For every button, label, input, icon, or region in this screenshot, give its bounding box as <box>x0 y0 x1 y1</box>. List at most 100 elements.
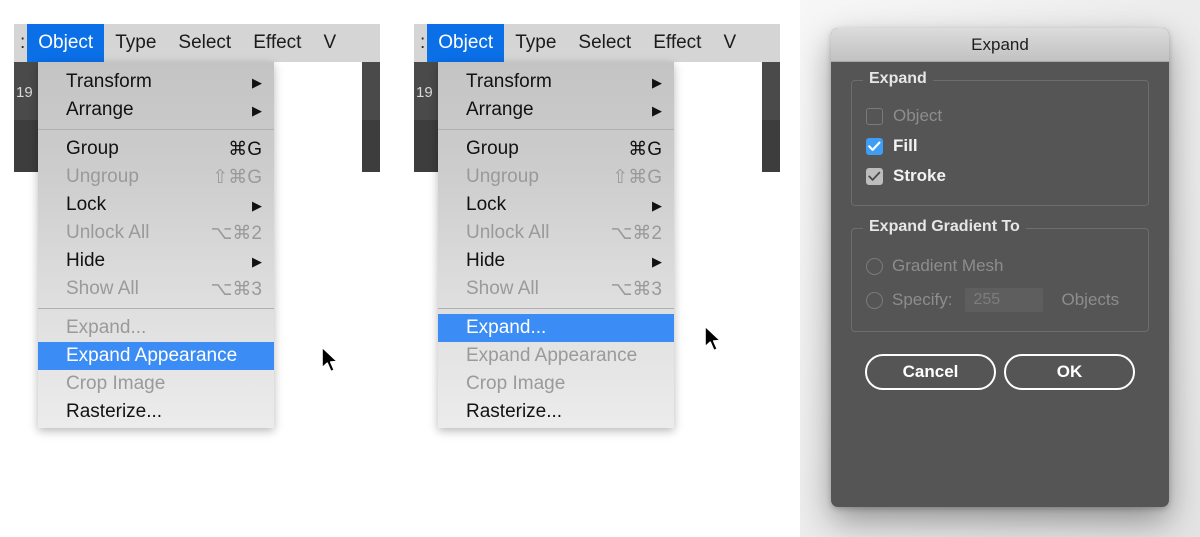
menubar-item-object-b[interactable]: Object <box>427 24 505 62</box>
menu-item-shortcut: ⌥⌘2 <box>210 222 262 244</box>
menu-item-transform-b[interactable]: Transform ▶ <box>438 68 674 96</box>
menubar-item-select-b[interactable]: Select <box>567 24 642 62</box>
ok-button[interactable]: OK <box>1004 354 1135 390</box>
stroke-checkbox-label: Stroke <box>893 166 946 185</box>
menu-item-show-all-a: Show All ⌥⌘3 <box>38 275 274 303</box>
submenu-arrow-icon: ▶ <box>652 197 662 213</box>
menu-item-label: Show All <box>466 278 539 299</box>
cancel-button[interactable]: Cancel <box>865 354 996 390</box>
check-icon <box>868 141 881 151</box>
menu-item-shortcut: ⌘G <box>228 138 262 160</box>
menu-item-arrange-a[interactable]: Arrange ▶ <box>38 96 274 124</box>
menubar-item-type-b[interactable]: Type <box>504 24 567 62</box>
specify-radio <box>866 291 883 309</box>
fill-checkbox-label: Fill <box>893 136 918 155</box>
screenshot-stage: 19 : Object Type Select Effect V Transfo… <box>0 0 1200 537</box>
menu-item-label: Crop Image <box>66 373 166 394</box>
document-dark-panel-right-bottom-b <box>762 120 780 172</box>
menubar-item-object-a[interactable]: Object <box>27 24 105 62</box>
checkbox-row-stroke[interactable]: Stroke <box>866 161 1134 191</box>
menu-item-group-a[interactable]: Group ⌘G <box>38 135 274 163</box>
document-zoom-value-b: 19 <box>416 84 433 101</box>
menu-item-expand-appearance-b: Expand Appearance <box>438 342 674 370</box>
dialog-button-row: Cancel OK <box>851 354 1149 390</box>
expand-group-legend: Expand <box>863 70 933 88</box>
menu-item-label: Lock <box>66 194 107 215</box>
specify-objects-input: 255 <box>965 288 1044 312</box>
menu-item-crop-image-b: Crop Image <box>438 370 674 398</box>
menu-item-unlock-all-b: Unlock All ⌥⌘2 <box>438 219 674 247</box>
menubar-item-type-a[interactable]: Type <box>104 24 167 62</box>
menu-item-transform-a[interactable]: Transform ▶ <box>38 68 274 96</box>
menu-item-show-all-b: Show All ⌥⌘3 <box>438 275 674 303</box>
document-dark-panel-right-bottom-a <box>362 120 380 172</box>
menu-separator <box>38 129 274 130</box>
menu-item-shortcut: ⇧⌘G <box>212 166 262 188</box>
menu-item-ungroup-b: Ungroup ⇧⌘G <box>438 163 674 191</box>
menu-item-label: Crop Image <box>466 373 566 394</box>
menubar-leading-fragment-b: : <box>420 32 426 53</box>
expand-gradient-to-legend: Expand Gradient To <box>863 218 1026 236</box>
menu-item-expand-appearance-a[interactable]: Expand Appearance <box>38 342 274 370</box>
dialog-body: Expand Object Fill Stroke Expand Gradien… <box>831 62 1169 390</box>
menubar-item-view-b[interactable]: V <box>712 24 737 62</box>
menubar-leading-fragment-a: : <box>20 32 26 53</box>
menu-item-shortcut: ⇧⌘G <box>612 166 662 188</box>
menu-item-label: Arrange <box>466 99 534 120</box>
object-menu-a: Transform ▶ Arrange ▶ Group ⌘G Ungroup ⇧… <box>38 62 274 428</box>
fill-checkbox[interactable] <box>866 137 883 155</box>
menu-item-lock-a[interactable]: Lock ▶ <box>38 191 274 219</box>
menu-item-expand-b[interactable]: Expand... <box>438 314 674 342</box>
illustrator-screenshot-expand: 19 : Object Type Select Effect V Transfo… <box>400 0 800 537</box>
menubar-item-effect-b[interactable]: Effect <box>642 24 712 62</box>
dialog-titlebar: Expand <box>831 28 1169 62</box>
checkbox-row-object[interactable]: Object <box>866 101 1134 131</box>
menu-item-group-b[interactable]: Group ⌘G <box>438 135 674 163</box>
menu-item-label: Create Gradient Mesh... <box>466 426 669 428</box>
menu-item-label: Expand Appearance <box>66 345 238 366</box>
menubar-a: : Object Type Select Effect V <box>14 24 380 62</box>
gradient-mesh-radio <box>866 257 883 275</box>
menu-item-hide-b[interactable]: Hide ▶ <box>438 247 674 275</box>
document-zoom-value-a: 19 <box>16 84 33 101</box>
specify-objects-unit-label: Objects <box>1061 290 1120 309</box>
check-icon <box>868 171 881 181</box>
menu-item-crop-image-a: Crop Image <box>38 370 274 398</box>
mouse-cursor-icon <box>703 325 725 355</box>
menubar-item-select-a[interactable]: Select <box>167 24 242 62</box>
expand-group: Expand Object Fill Stroke <box>851 70 1149 206</box>
specify-radio-label: Specify: <box>892 290 953 309</box>
illustrator-screenshot-expand-appearance: 19 : Object Type Select Effect V Transfo… <box>0 0 400 537</box>
menu-item-rasterize-a[interactable]: Rasterize... <box>38 398 274 426</box>
menubar-item-view-a[interactable]: V <box>312 24 337 62</box>
menu-item-label: Rasterize... <box>466 401 563 422</box>
submenu-arrow-icon: ▶ <box>252 74 262 90</box>
menu-item-shortcut: ⌥⌘3 <box>210 278 262 300</box>
menu-item-label: Unlock All <box>466 222 550 243</box>
checkbox-row-fill[interactable]: Fill <box>866 131 1134 161</box>
menu-item-expand-a: Expand... <box>38 314 274 342</box>
menu-item-lock-b[interactable]: Lock ▶ <box>438 191 674 219</box>
menu-item-create-gradient-mesh-a: Create Gradient Mesh... <box>38 426 274 428</box>
menu-item-shortcut: ⌥⌘2 <box>610 222 662 244</box>
stroke-checkbox[interactable] <box>866 167 883 185</box>
menubar-item-effect-a[interactable]: Effect <box>242 24 312 62</box>
menu-item-arrange-b[interactable]: Arrange ▶ <box>438 96 674 124</box>
radio-row-gradient-mesh: Gradient Mesh <box>866 249 1134 283</box>
submenu-arrow-icon: ▶ <box>252 197 262 213</box>
expand-gradient-to-group: Expand Gradient To Gradient Mesh Specify… <box>851 218 1149 332</box>
menu-item-shortcut: ⌘G <box>628 138 662 160</box>
menu-item-label: Lock <box>466 194 507 215</box>
menu-item-label: Transform <box>66 71 152 92</box>
menu-item-label: Hide <box>66 250 106 271</box>
menu-item-rasterize-b[interactable]: Rasterize... <box>438 398 674 426</box>
mouse-cursor-icon <box>320 346 342 376</box>
submenu-arrow-icon: ▶ <box>652 74 662 90</box>
submenu-arrow-icon: ▶ <box>652 102 662 118</box>
menu-separator <box>438 129 674 130</box>
expand-dialog: Expand Expand Object Fill Stroke Expand … <box>831 28 1169 507</box>
menu-item-label: Unlock All <box>66 222 150 243</box>
menu-item-hide-a[interactable]: Hide ▶ <box>38 247 274 275</box>
object-checkbox-label: Object <box>893 106 943 125</box>
menubar-b: : Object Type Select Effect V <box>414 24 780 62</box>
